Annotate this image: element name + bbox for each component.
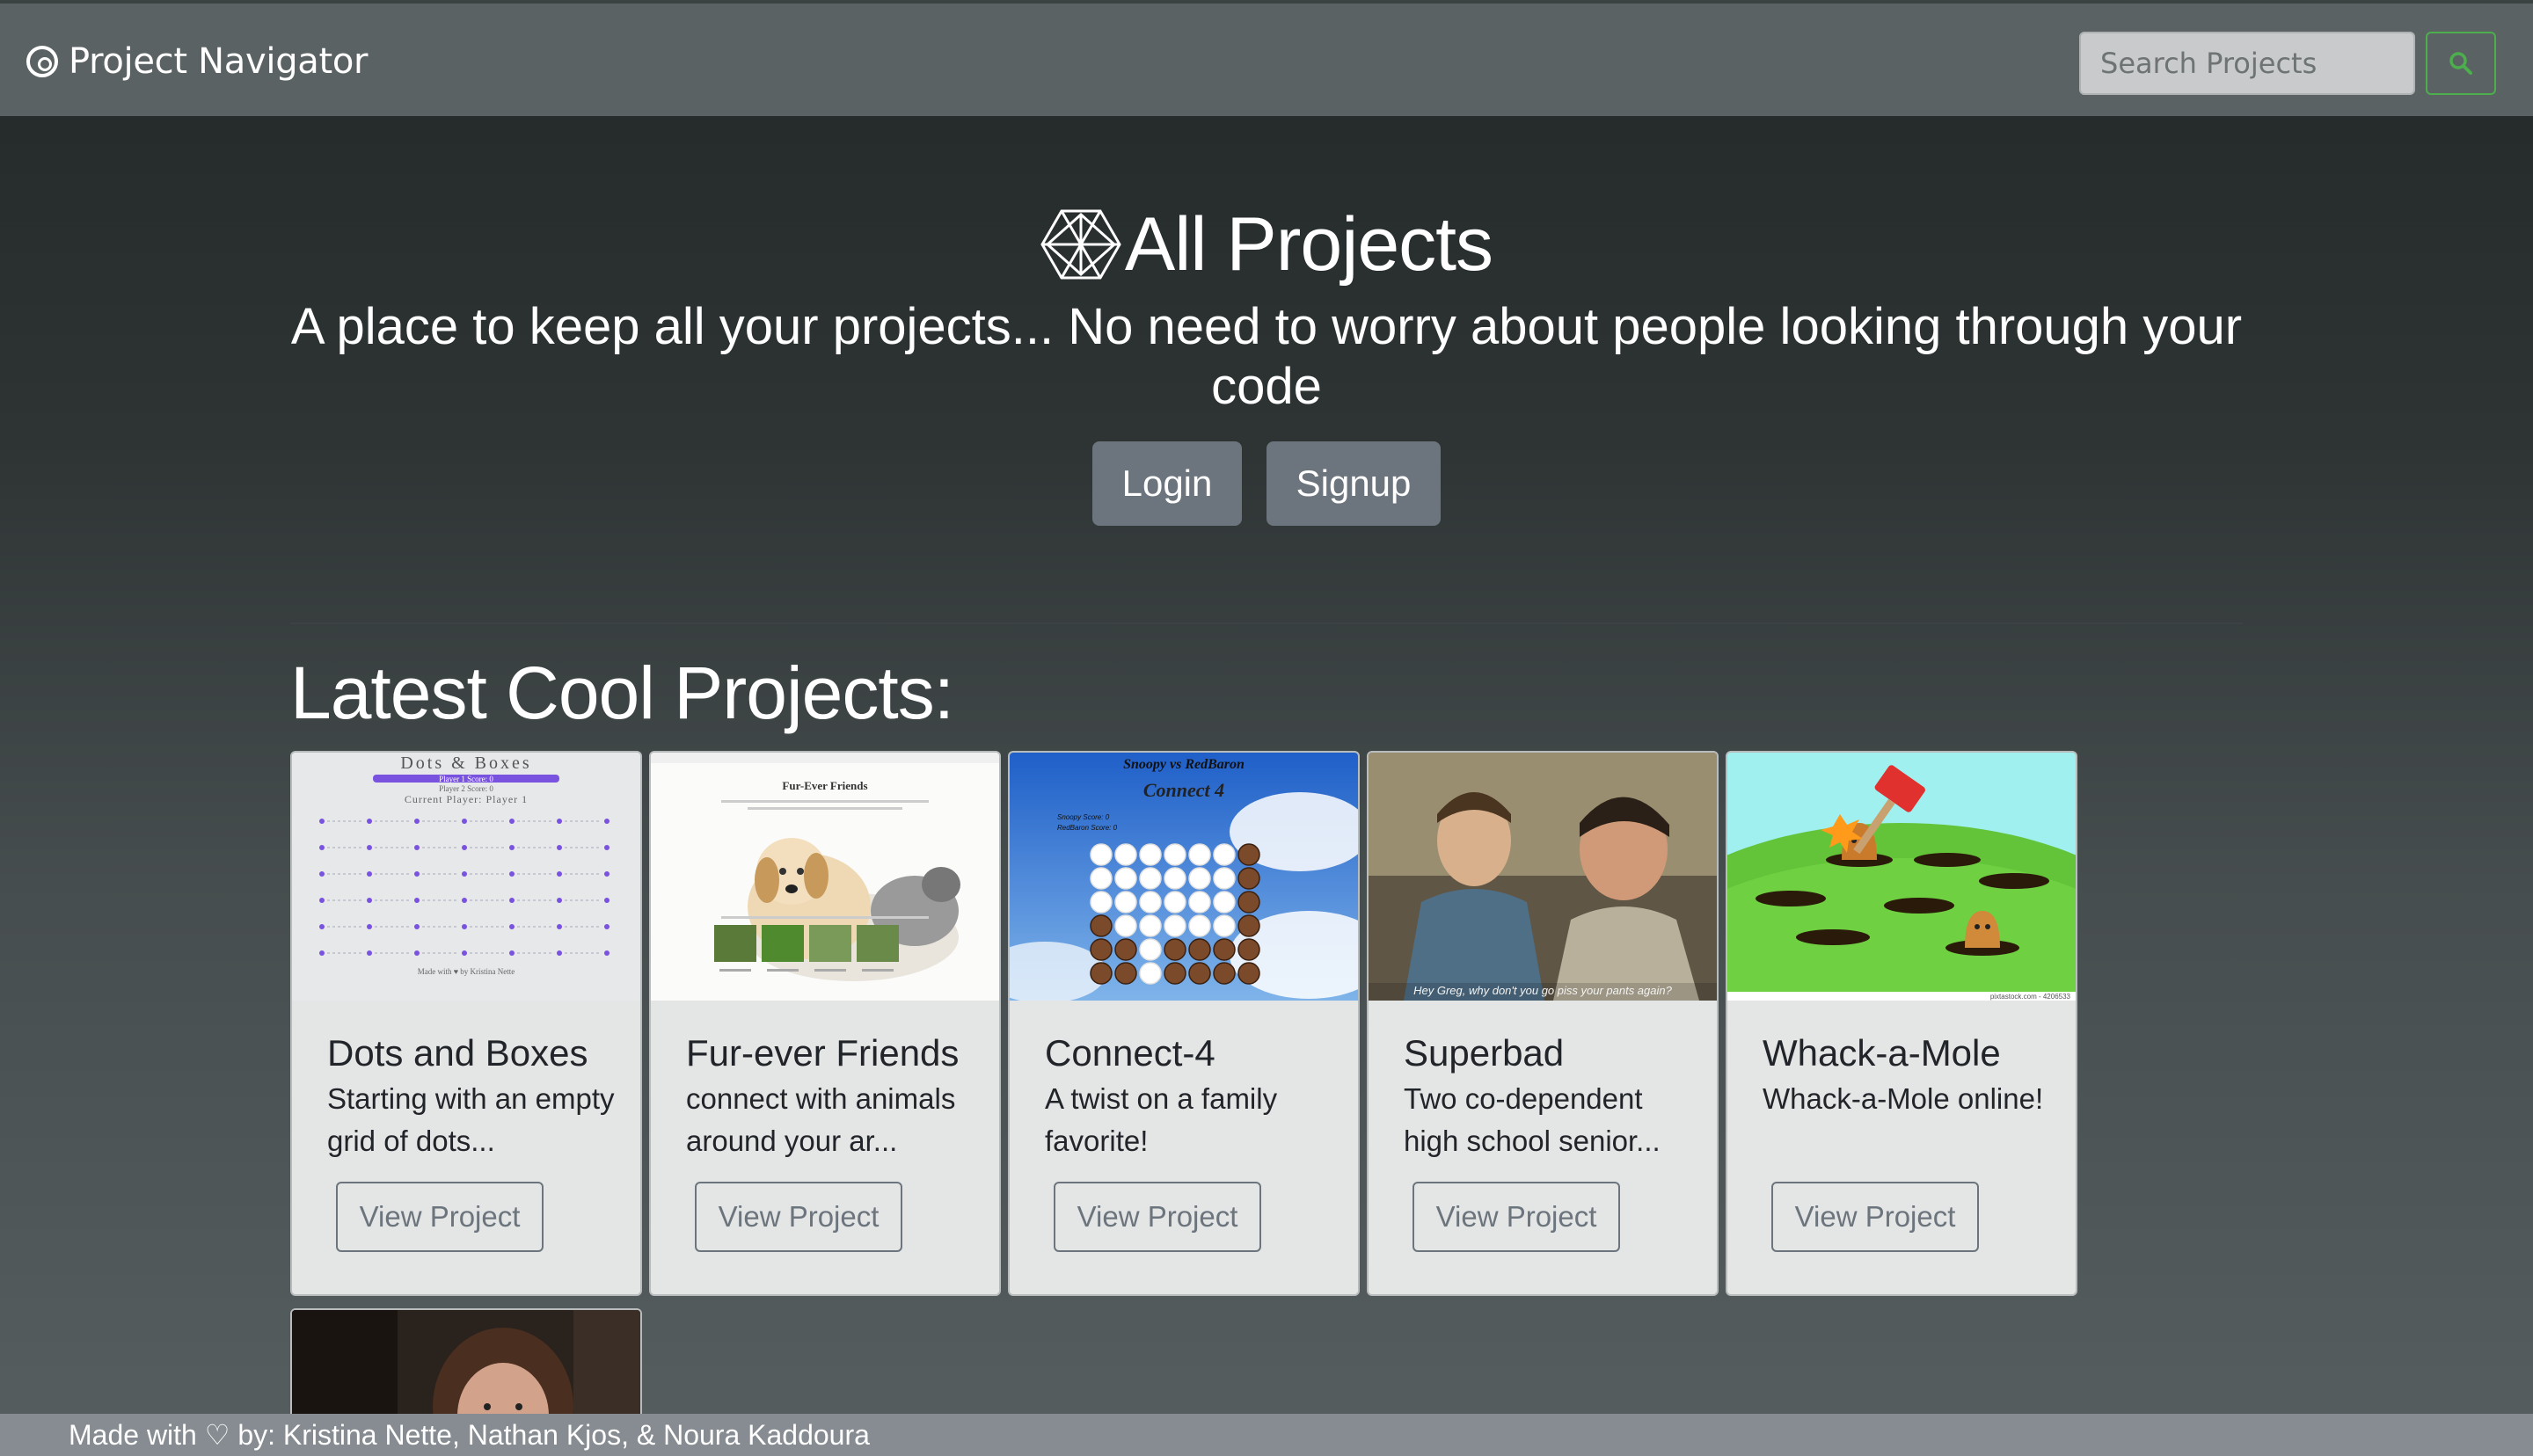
brand-link[interactable]: Project Navigator [26, 37, 369, 86]
project-thumbnail: Fur-Ever Friends [651, 753, 999, 1001]
brand-label: Project Navigator [69, 41, 369, 82]
card-text: A twist on a family favorite! [1045, 1082, 1278, 1157]
project-card-connect-4: Snoopy vs RedBaron Connect 4 Snoopy Scor… [1008, 751, 1360, 1296]
project-card-dots-and-boxes: Dots & Boxes Player 1 Score: 0 Player 2 … [290, 751, 642, 1296]
connect4-preview: Snoopy vs RedBaron Connect 4 Snoopy Scor… [1010, 753, 1358, 1001]
svg-text:Fur-Ever Friends: Fur-Ever Friends [782, 779, 867, 792]
hero-subtitle: A place to keep all your projects... No … [290, 298, 2243, 415]
svg-text:Hey Greg, why don't you go pis: Hey Greg, why don't you go piss your pan… [1413, 984, 1672, 997]
view-project-button[interactable]: View Project [1771, 1182, 1979, 1252]
view-project-button[interactable]: View Project [695, 1182, 902, 1252]
svg-text:Snoopy vs RedBaron: Snoopy vs RedBaron [1123, 757, 1245, 772]
whack-a-mole-preview: pixtastock.com - 4206533 [1727, 753, 2076, 1001]
svg-text:Made with ♥ by Kristina Nette: Made with ♥ by Kristina Nette [418, 967, 515, 976]
search-icon [2449, 52, 2472, 75]
search-button[interactable] [2426, 32, 2496, 95]
section-divider [290, 622, 2243, 624]
card-title: Superbad [1404, 1032, 1565, 1074]
navbar: Project Navigator [0, 0, 2533, 116]
project-card-whack-a-mole: pixtastock.com - 4206533 Whack-a-Mole Wh… [1726, 751, 2077, 1296]
project-thumbnail: Snoopy vs RedBaron Connect 4 Snoopy Scor… [1010, 753, 1358, 1001]
footer: Made with ♡ by: Kristina Nette, Nathan K… [0, 1414, 2533, 1456]
superbad-preview: Hey Greg, why don't you go piss your pan… [1369, 753, 1717, 1001]
hexagon-logo-icon [1040, 209, 1121, 280]
dots-boxes-preview: Dots & Boxes Player 1 Score: 0 Player 2 … [292, 753, 640, 1001]
svg-text:pixtastock.com - 4206533: pixtastock.com - 4206533 [1990, 993, 2071, 1001]
card-title: Connect-4 [1045, 1032, 1215, 1074]
footer-text: Made with ♡ by: Kristina Nette, Nathan K… [69, 1419, 870, 1451]
svg-text:RedBaron Score: 0: RedBaron Score: 0 [1057, 824, 1118, 832]
card-text: Whack-a-Mole online! [1763, 1082, 2044, 1115]
svg-text:Connect 4: Connect 4 [1143, 779, 1224, 801]
svg-text:Player 1 Score: 0: Player 1 Score: 0 [439, 775, 493, 783]
svg-text:Player 2 Score: 0: Player 2 Score: 0 [439, 784, 493, 793]
card-title: Fur-ever Friends [686, 1032, 960, 1074]
view-project-button[interactable]: View Project [336, 1182, 544, 1252]
fur-ever-preview: Fur-Ever Friends [651, 753, 999, 1001]
page-title: All Projects [1124, 201, 1493, 287]
view-project-button[interactable]: View Project [1054, 1182, 1261, 1252]
card-text: Starting with an empty grid of dots... [327, 1082, 615, 1157]
view-project-button[interactable]: View Project [1412, 1182, 1620, 1252]
card-title: Dots and Boxes [327, 1032, 588, 1074]
project-thumbnail: Hey Greg, why don't you go piss your pan… [1369, 753, 1717, 1001]
project-thumbnail: pixtastock.com - 4206533 [1727, 753, 2076, 1001]
hero-title-row: All Projects [0, 200, 2533, 288]
card-text: connect with animals around your ar... [686, 1082, 956, 1157]
login-button[interactable]: Login [1092, 441, 1242, 526]
project-card-fur-ever-friends: Fur-Ever Friends Fur-ever Friends connec… [649, 751, 1001, 1296]
compass-icon [26, 46, 58, 77]
card-text: Two co-dependent high school senior... [1404, 1082, 1661, 1157]
section-title: Latest Cool Projects: [290, 652, 954, 734]
thumb-heading: Dots & Boxes [400, 753, 531, 773]
svg-text:Current Player: Player 1: Current Player: Player 1 [405, 793, 528, 805]
project-card-superbad: Hey Greg, why don't you go piss your pan… [1367, 751, 1719, 1296]
card-title: Whack-a-Mole [1763, 1032, 2001, 1074]
search-input[interactable] [2079, 32, 2415, 95]
signup-button[interactable]: Signup [1266, 441, 1441, 526]
project-thumbnail: Dots & Boxes Player 1 Score: 0 Player 2 … [292, 753, 640, 1001]
svg-text:Snoopy Score: 0: Snoopy Score: 0 [1057, 813, 1110, 821]
